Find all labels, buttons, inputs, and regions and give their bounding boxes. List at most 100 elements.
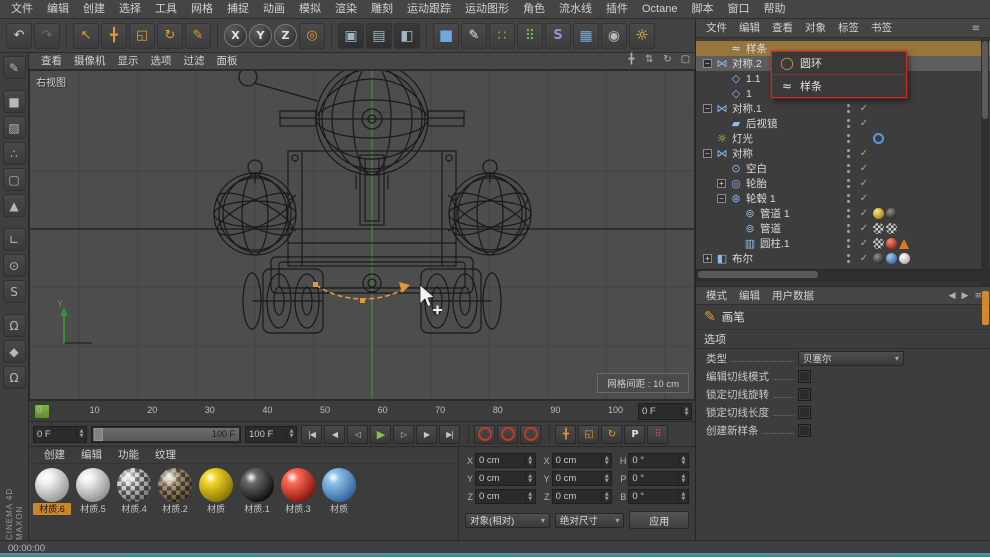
coords-mode-dropdown[interactable]: 对象(相对) ▾ (465, 512, 550, 528)
viewport-menu-item[interactable]: 选项 (145, 53, 178, 69)
stepper[interactable]: ▲ ▼ (524, 455, 535, 466)
menubar-item[interactable]: 雕刻 (364, 0, 400, 18)
enabled-check-icon[interactable]: ✓ (858, 193, 870, 204)
goto-start-button[interactable]: |◀ (301, 424, 322, 444)
object-row[interactable]: − ⋈ 对称.1 ✓ (696, 101, 990, 116)
visibility-dots[interactable] (846, 208, 851, 219)
stepper[interactable]: ▲ ▼ (524, 473, 535, 484)
material-sphere[interactable] (158, 468, 192, 502)
view-label[interactable]: 右视图 (36, 74, 66, 89)
object-manager-menu-item[interactable]: 书签 (865, 20, 898, 37)
enabled-check-icon[interactable]: ✓ (858, 163, 870, 174)
material-sphere[interactable] (117, 468, 151, 502)
sds-icon[interactable]: S (2, 280, 26, 303)
object-row[interactable]: + ◧ 布尔 ✓ (696, 251, 990, 266)
menubar-item[interactable]: 脚本 (684, 0, 720, 18)
popup-item[interactable]: ≈ 样条 (772, 74, 906, 97)
om-panel-menu-icon[interactable]: ≡ (972, 23, 980, 34)
workplane-icon[interactable]: ∟ (2, 228, 26, 251)
key-scale-button[interactable]: ◱ (578, 424, 599, 444)
menubar-item[interactable]: 运动图形 (458, 0, 516, 18)
render-settings-icon[interactable]: ◧ (394, 22, 420, 49)
enabled-check-icon[interactable]: ✓ (858, 223, 870, 234)
view-rotate-icon[interactable]: ↻ (661, 54, 674, 65)
apply-button[interactable]: 应用 (629, 511, 689, 529)
object-tag-icon[interactable] (873, 223, 884, 234)
visibility-dots[interactable] (846, 133, 851, 144)
object-row[interactable]: − ⋈ 对称 ✓ (696, 146, 990, 161)
popup-item[interactable]: ◯ 圆环 (772, 52, 906, 74)
stepper[interactable]: ▲ ▼ (524, 491, 535, 502)
material-item[interactable]: 材质.1 (238, 468, 276, 515)
stepper[interactable]: ▲ ▼ (601, 455, 611, 466)
stepper[interactable]: ▲ ▼ (601, 473, 611, 484)
object-tag-icon[interactable] (899, 238, 909, 249)
enabled-check-icon[interactable]: ✓ (858, 118, 870, 129)
menubar-item[interactable]: 文件 (4, 0, 40, 18)
make-editable-icon[interactable]: ✎ (2, 56, 26, 79)
viewport-canvas[interactable]: Y 右视图 网格间距 : 10 cm (29, 62, 695, 400)
live-selection-icon[interactable]: ↖ (73, 22, 99, 49)
timeline-ruler[interactable]: 0 10 20 30 40 50 60 70 80 90 100 0 F ▲ ▼ (29, 400, 695, 422)
object-manager-menu-item[interactable]: 文件 (700, 20, 733, 37)
object-row[interactable]: + ◎ 轮胎 ✓ (696, 176, 990, 191)
visibility-dots[interactable] (846, 193, 851, 204)
key-parameter-button[interactable]: P (624, 424, 645, 444)
coords-size-dropdown[interactable]: 绝对尺寸 ▾ (554, 512, 625, 528)
view-pan-icon[interactable]: ╋ (625, 54, 638, 65)
material-label[interactable]: 材质.2 (156, 503, 194, 515)
am-menu-icon[interactable]: ≡ (974, 291, 982, 301)
object-tag-icon[interactable] (886, 253, 897, 264)
coordinate-input[interactable]: 0 ° ▲ ▼ (628, 453, 689, 468)
stepper[interactable]: ▲ ▼ (76, 429, 86, 439)
rotate-tool-icon[interactable]: ↻ (157, 22, 183, 49)
stepper[interactable]: ▲ ▼ (601, 491, 611, 502)
panel-splitter[interactable] (696, 280, 990, 287)
cloner-icon[interactable]: ⠿ (517, 22, 543, 49)
visibility-dots[interactable] (846, 103, 851, 114)
lock-z-button[interactable]: Z (274, 24, 297, 47)
coordinate-input[interactable]: 0 cm ▲ ▼ (551, 471, 613, 486)
material-sphere[interactable] (281, 468, 315, 502)
viewport-menu-item[interactable]: 过滤 (178, 53, 211, 69)
material-item[interactable]: 材质.2 (156, 468, 194, 515)
menubar-item[interactable]: 工具 (148, 0, 184, 18)
array-icon[interactable]: ∷ (489, 22, 515, 49)
visibility-dots[interactable] (846, 118, 851, 129)
object-tag-icon[interactable] (886, 208, 897, 219)
visibility-dots[interactable] (846, 148, 851, 159)
next-key-button[interactable]: ▶ (416, 424, 437, 444)
material-label[interactable]: 材质.4 (115, 503, 153, 515)
attribute-tab[interactable]: 编辑 (733, 288, 766, 304)
record-keyframe-button[interactable] (474, 424, 495, 444)
deformer-icon[interactable]: S (545, 22, 571, 49)
goto-end-button[interactable]: ▶| (439, 424, 460, 444)
menubar-item[interactable]: Octane (635, 0, 684, 18)
expander-toggle[interactable]: − (717, 194, 726, 203)
menubar-item[interactable]: 帮助 (756, 0, 792, 18)
end-frame-field[interactable]: 100 F ▲ ▼ (245, 425, 297, 443)
preview-range-slider[interactable]: 100 F (91, 425, 241, 443)
autokey-button[interactable] (497, 424, 518, 444)
panel-tab-indicator[interactable] (982, 291, 989, 325)
object-tag-icon[interactable] (899, 253, 910, 264)
expander-toggle[interactable]: − (703, 104, 712, 113)
timeline-frame-field[interactable]: 0 F ▲ ▼ (638, 403, 692, 420)
menubar-item[interactable]: 编辑 (40, 0, 76, 18)
visibility-dots[interactable] (846, 238, 851, 249)
material-sphere[interactable] (322, 468, 356, 502)
viewport-icon[interactable]: ⊙ (2, 254, 26, 277)
viewport-menu-item[interactable]: 面板 (211, 53, 244, 69)
attribute-tab[interactable]: 模式 (700, 288, 733, 304)
menubar-item[interactable]: 网格 (184, 0, 220, 18)
material-menu-item[interactable]: 功能 (111, 448, 146, 463)
magnet-icon[interactable]: Ω (2, 366, 26, 389)
camera-icon[interactable]: ◉ (601, 22, 627, 49)
object-row[interactable]: ▥ 圆柱.1 ✓ (696, 236, 990, 251)
play-button[interactable]: ▶ (370, 424, 391, 444)
material-menu-item[interactable]: 编辑 (74, 448, 109, 463)
object-row[interactable]: ⊚ 管道 1 ✓ (696, 206, 990, 221)
menubar-item[interactable]: 运动跟踪 (400, 0, 458, 18)
object-tag-icon[interactable] (873, 208, 884, 219)
type-dropdown[interactable]: 贝塞尔 ▾ (798, 350, 904, 366)
